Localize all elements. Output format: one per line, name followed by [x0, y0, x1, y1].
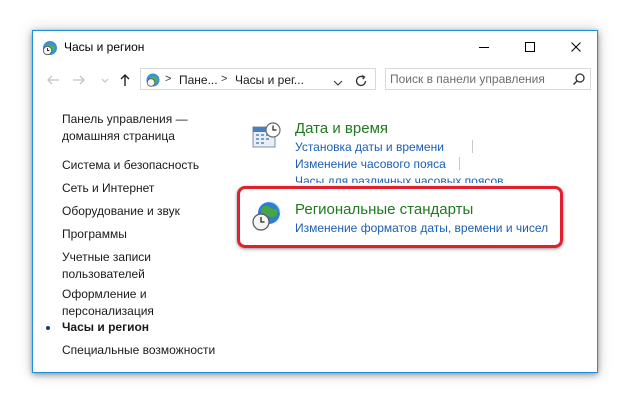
breadcrumb-separator[interactable]: >: [165, 73, 171, 85]
link-separator: [472, 140, 473, 153]
sidebar-item-clock-region[interactable]: Часы и регион: [46, 319, 150, 336]
calendar-clock-icon: [251, 121, 281, 154]
sidebar-item-user-accounts[interactable]: Учетные записи пользователей: [62, 249, 151, 283]
close-button[interactable]: [553, 31, 599, 63]
sidebar-item-label: Учетные записи пользователей: [62, 250, 151, 281]
sidebar-item-programs[interactable]: Программы: [62, 226, 127, 243]
recent-locations-dropdown[interactable]: [97, 72, 113, 88]
sidebar-item-accessibility[interactable]: Специальные возможности: [62, 342, 215, 359]
minimize-icon: [479, 47, 489, 48]
search-icon[interactable]: [572, 72, 586, 89]
back-arrow-icon[interactable]: [45, 72, 61, 88]
maximize-icon: [525, 42, 535, 52]
maximize-button[interactable]: [507, 31, 553, 63]
sidebar-item-label: Оборудование и звук: [62, 204, 180, 218]
sidebar-item-appearance[interactable]: Оформление и персонализация: [62, 286, 154, 320]
category-title-date-time[interactable]: Дата и время: [295, 120, 388, 137]
sidebar-item-network-internet[interactable]: Сеть и Интернет: [62, 180, 154, 197]
sidebar-item-label: Оформление и персонализация: [62, 287, 154, 318]
highlight-box: [237, 186, 563, 248]
sidebar-item-hardware-sound[interactable]: Оборудование и звук: [62, 203, 180, 220]
title-bar[interactable]: Часы и регион: [33, 31, 597, 64]
link-separator: [459, 157, 460, 170]
sidebar-item-label: Специальные возможности: [62, 343, 216, 357]
close-icon: [571, 42, 581, 52]
minimize-button[interactable]: [461, 31, 507, 63]
sidebar-item-control-panel-home[interactable]: Панель управления — домашняя страница: [62, 111, 188, 145]
search-box[interactable]: [385, 68, 591, 90]
window-title: Часы и регион: [64, 40, 145, 54]
search-input[interactable]: [390, 69, 566, 89]
sidebar-item-label: Система и безопасность: [62, 158, 200, 172]
link-additional-clocks[interactable]: Часы для различных часовых поясов: [295, 174, 504, 183]
control-panel-icon: [145, 72, 161, 88]
breadcrumb-control-panel[interactable]: Пане...: [179, 73, 218, 87]
sidebar-item-label: Сеть и Интернет: [62, 181, 155, 195]
breadcrumb-separator[interactable]: >: [221, 73, 227, 85]
sidebar-item-system-security[interactable]: Система и безопасность: [62, 157, 199, 174]
breadcrumb-clock-region[interactable]: Часы и рег...: [235, 73, 304, 87]
forward-arrow-icon[interactable]: [71, 72, 87, 88]
sidebar-item-label: Часы и регион: [62, 320, 150, 334]
up-arrow-icon[interactable]: [117, 72, 133, 88]
address-dropdown-icon[interactable]: [333, 76, 343, 90]
link-change-time-zone[interactable]: Изменение часового пояса: [295, 157, 446, 171]
refresh-icon[interactable]: [353, 73, 369, 89]
active-bullet: [46, 326, 50, 330]
sidebar-item-label: Панель управления — домашняя страница: [62, 112, 188, 143]
link-set-date-time[interactable]: Установка даты и времени: [295, 140, 444, 154]
address-bar[interactable]: > Пане... > Часы и рег...: [140, 68, 376, 90]
navigation-bar: > Пане... > Часы и рег...: [33, 65, 597, 95]
sidebar-item-label: Программы: [62, 227, 127, 241]
clock-globe-icon: [42, 40, 58, 56]
